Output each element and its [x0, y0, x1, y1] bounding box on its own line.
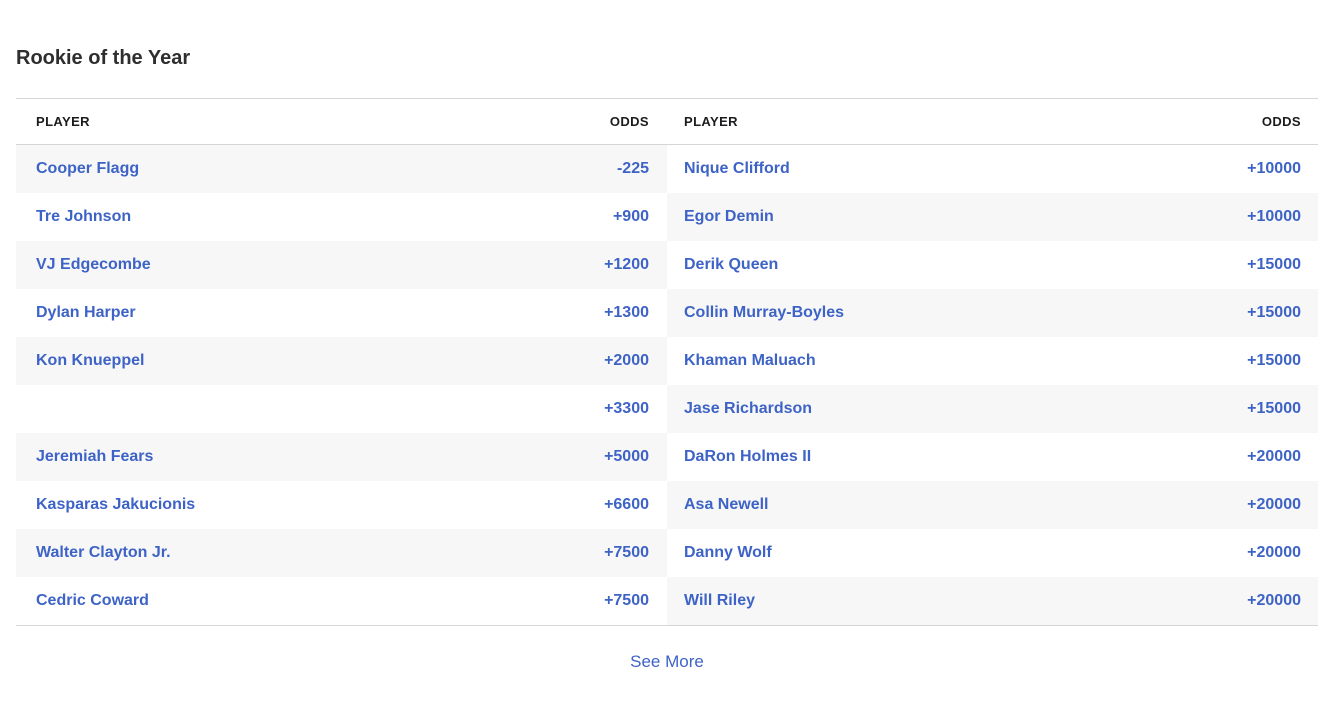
see-more-link[interactable]: See More	[630, 652, 704, 672]
odds-value[interactable]: +5000	[604, 448, 649, 466]
rookie-of-the-year-section: Rookie of the Year PLAYER ODDS Cooper Fl…	[0, 0, 1333, 672]
odds-value[interactable]: +15000	[1247, 352, 1301, 370]
player-name-link[interactable]: Khaman Maluach	[684, 352, 816, 370]
odds-value[interactable]: +10000	[1247, 208, 1301, 226]
column-header-player: PLAYER	[36, 114, 90, 129]
player-name-link[interactable]: VJ Edgecombe	[36, 256, 151, 274]
odds-value[interactable]: -225	[617, 160, 649, 178]
table-row[interactable]: Will Riley +20000	[667, 577, 1318, 625]
table-row[interactable]: DaRon Holmes II +20000	[667, 433, 1318, 481]
table-row[interactable]: Egor Demin +10000	[667, 193, 1318, 241]
player-name-link[interactable]: DaRon Holmes II	[684, 448, 811, 466]
player-name-link[interactable]: Jase Richardson	[684, 400, 812, 418]
table-row[interactable]: Jase Richardson +15000	[667, 385, 1318, 433]
odds-value[interactable]: +10000	[1247, 160, 1301, 178]
table-header-right: PLAYER ODDS	[667, 99, 1318, 145]
odds-value[interactable]: +7500	[604, 592, 649, 610]
column-header-odds: ODDS	[610, 114, 649, 129]
table-row[interactable]: Kasparas Jakucionis +6600	[16, 481, 667, 529]
table-row[interactable]: Cedric Coward +7500	[16, 577, 667, 625]
odds-value[interactable]: +7500	[604, 544, 649, 562]
player-name-link[interactable]: Walter Clayton Jr.	[36, 544, 171, 562]
table-row[interactable]: Danny Wolf +20000	[667, 529, 1318, 577]
odds-value[interactable]: +15000	[1247, 256, 1301, 274]
player-name-link[interactable]: Dylan Harper	[36, 304, 136, 322]
odds-value[interactable]: +900	[613, 208, 649, 226]
odds-value[interactable]: +20000	[1247, 496, 1301, 514]
table-header-left: PLAYER ODDS	[16, 99, 667, 145]
table-row[interactable]: Derik Queen +15000	[667, 241, 1318, 289]
player-name-link[interactable]: Kon Knueppel	[36, 352, 144, 370]
table-row[interactable]: Walter Clayton Jr. +7500	[16, 529, 667, 577]
table-row[interactable]: VJ Edgecombe +1200	[16, 241, 667, 289]
odds-value[interactable]: +2000	[604, 352, 649, 370]
player-name-link[interactable]: Cooper Flagg	[36, 160, 139, 178]
see-more-container: See More	[16, 652, 1318, 672]
odds-value[interactable]: +15000	[1247, 304, 1301, 322]
player-name-link[interactable]: Collin Murray-Boyles	[684, 304, 844, 322]
odds-value[interactable]: +15000	[1247, 400, 1301, 418]
table-row[interactable]: Khaman Maluach +15000	[667, 337, 1318, 385]
table-row[interactable]: Asa Newell +20000	[667, 481, 1318, 529]
player-name-link[interactable]: Derik Queen	[684, 256, 778, 274]
odds-value[interactable]: +3300	[604, 400, 649, 418]
table-row[interactable]: Tre Johnson +900	[16, 193, 667, 241]
column-header-player: PLAYER	[684, 114, 738, 129]
player-name-link[interactable]: Asa Newell	[684, 496, 768, 514]
odds-table-right: PLAYER ODDS Nique Clifford +10000 Egor D…	[667, 99, 1318, 625]
player-name-link[interactable]: Cedric Coward	[36, 592, 149, 610]
odds-value[interactable]: +20000	[1247, 544, 1301, 562]
table-row[interactable]: Cooper Flagg -225	[16, 145, 667, 193]
column-header-odds: ODDS	[1262, 114, 1301, 129]
odds-value[interactable]: +20000	[1247, 448, 1301, 466]
player-name-link[interactable]: Kasparas Jakucionis	[36, 496, 195, 514]
odds-value[interactable]: +1200	[604, 256, 649, 274]
odds-value[interactable]: +6600	[604, 496, 649, 514]
table-row[interactable]: Kon Knueppel +2000	[16, 337, 667, 385]
odds-value[interactable]: +20000	[1247, 592, 1301, 610]
player-name-link[interactable]: Will Riley	[684, 592, 755, 610]
page-title: Rookie of the Year	[16, 46, 1318, 70]
player-name-link[interactable]: Danny Wolf	[684, 544, 772, 562]
table-row[interactable]: +3300	[16, 385, 667, 433]
player-name-link[interactable]: Jeremiah Fears	[36, 448, 153, 466]
player-name-link[interactable]: Tre Johnson	[36, 208, 131, 226]
table-row[interactable]: Jeremiah Fears +5000	[16, 433, 667, 481]
table-row[interactable]: Dylan Harper +1300	[16, 289, 667, 337]
odds-tables: PLAYER ODDS Cooper Flagg -225 Tre Johnso…	[16, 98, 1318, 626]
table-row[interactable]: Nique Clifford +10000	[667, 145, 1318, 193]
table-row[interactable]: Collin Murray-Boyles +15000	[667, 289, 1318, 337]
odds-table-left: PLAYER ODDS Cooper Flagg -225 Tre Johnso…	[16, 99, 667, 625]
player-name-link[interactable]: Nique Clifford	[684, 160, 790, 178]
player-name-link[interactable]: Egor Demin	[684, 208, 774, 226]
odds-value[interactable]: +1300	[604, 304, 649, 322]
